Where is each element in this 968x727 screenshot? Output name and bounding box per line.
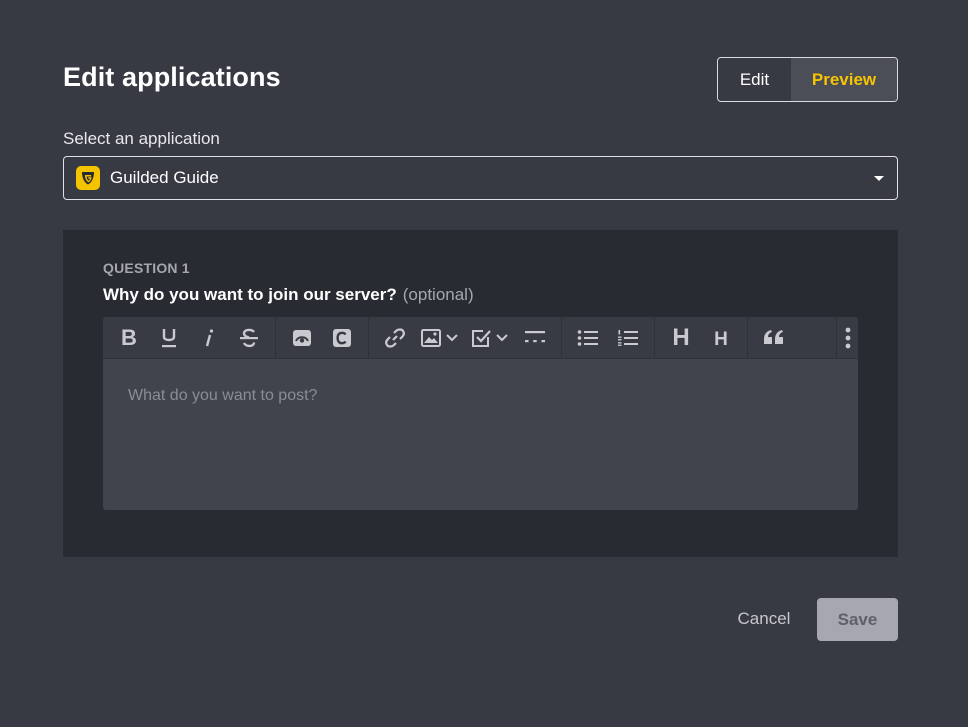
heading-small-button[interactable]: H bbox=[701, 317, 741, 358]
answer-editor: B H H What do you want to post? bbox=[103, 317, 858, 510]
select-application-label: Select an application bbox=[63, 129, 220, 148]
strikethrough-icon bbox=[240, 328, 258, 347]
link-button[interactable] bbox=[375, 317, 415, 358]
edit-applications-modal: Edit applications Edit Preview Select an… bbox=[0, 0, 968, 727]
heading-small-icon: H bbox=[714, 328, 728, 350]
checklist-button[interactable] bbox=[465, 317, 515, 358]
chevron-down-icon bbox=[496, 333, 508, 341]
checkbox-icon bbox=[472, 329, 491, 347]
italic-button[interactable] bbox=[189, 317, 229, 358]
mode-toggle: Edit Preview bbox=[717, 57, 898, 102]
strikethrough-button[interactable] bbox=[229, 317, 269, 358]
italic-icon bbox=[205, 328, 214, 346]
heading-group: H H bbox=[655, 317, 748, 358]
selected-application: Guilded Guide bbox=[110, 168, 219, 187]
spoiler-icon bbox=[293, 329, 311, 346]
underline-icon bbox=[162, 328, 176, 347]
cancel-button[interactable]: Cancel bbox=[727, 598, 801, 640]
divider-button[interactable] bbox=[515, 317, 555, 358]
bold-button[interactable]: B bbox=[109, 317, 149, 358]
guilded-logo-icon bbox=[76, 166, 100, 190]
code-block-button[interactable] bbox=[322, 317, 362, 358]
horizontal-rule-icon bbox=[525, 330, 545, 342]
underline-button[interactable] bbox=[149, 317, 189, 358]
heading-large-icon: H bbox=[672, 323, 690, 351]
editor-toolbar: B H H bbox=[103, 317, 858, 359]
editor-input[interactable]: What do you want to post? bbox=[103, 359, 858, 433]
application-select[interactable]: Guilded Guide bbox=[63, 156, 898, 200]
save-button[interactable]: Save bbox=[817, 598, 898, 641]
quote-button[interactable] bbox=[754, 317, 794, 358]
bulleted-list-button[interactable] bbox=[568, 317, 608, 358]
image-icon bbox=[421, 328, 441, 347]
code-block-icon bbox=[333, 328, 351, 347]
caret-down-icon bbox=[874, 176, 884, 181]
insert-group bbox=[369, 317, 562, 358]
more-options-button[interactable] bbox=[836, 317, 858, 359]
link-icon bbox=[385, 327, 405, 348]
application-preview-panel: QUESTION 1 Why do you want to join our s… bbox=[63, 230, 898, 557]
bulleted-list-icon bbox=[577, 329, 598, 346]
numbered-list-button[interactable] bbox=[608, 317, 648, 358]
list-group bbox=[562, 317, 655, 358]
quote-group bbox=[748, 317, 800, 358]
optional-label: (optional) bbox=[402, 285, 474, 304]
numbered-list-icon bbox=[618, 329, 638, 346]
heading-large-button[interactable]: H bbox=[661, 317, 701, 358]
modal-title: Edit applications bbox=[63, 62, 281, 92]
image-button[interactable] bbox=[415, 317, 465, 358]
edit-mode-button[interactable]: Edit bbox=[718, 58, 791, 101]
bold-icon: B bbox=[121, 324, 137, 350]
chevron-down-icon bbox=[446, 333, 458, 341]
question-label: Why do you want to join our server? bbox=[103, 285, 397, 304]
media-group bbox=[276, 317, 369, 358]
text-style-group: B bbox=[103, 317, 276, 358]
spoiler-button[interactable] bbox=[282, 317, 322, 358]
preview-mode-button[interactable]: Preview bbox=[791, 58, 897, 101]
question-number: QUESTION 1 bbox=[103, 260, 190, 276]
quote-icon bbox=[764, 329, 783, 344]
more-vertical-icon bbox=[845, 327, 850, 349]
question-text: Why do you want to join our server? (opti… bbox=[103, 285, 474, 305]
